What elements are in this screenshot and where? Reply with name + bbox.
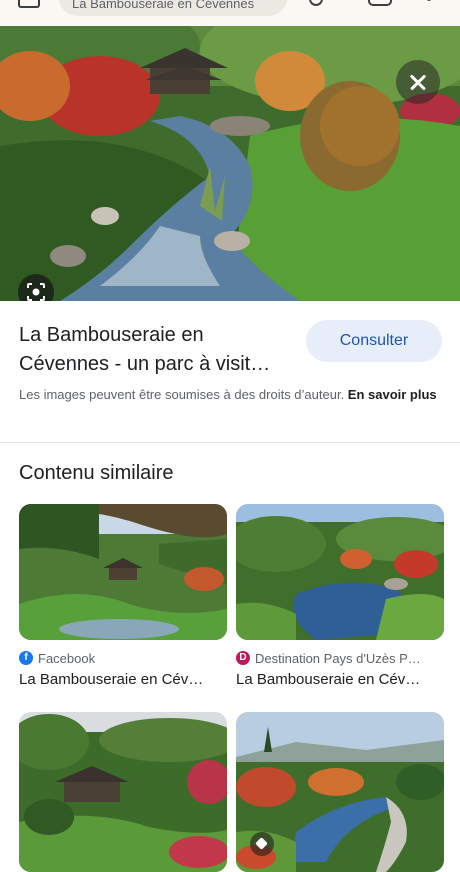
similar-thumbnail[interactable] [19, 712, 227, 872]
search-query: La Bambouseraie en Cévennes [72, 0, 255, 11]
menu-icon[interactable] [18, 0, 40, 8]
section-divider [0, 442, 460, 443]
lens-search-icon [27, 283, 45, 301]
card-title[interactable]: La Bambouseraie en Cév… [19, 671, 227, 688]
image-title[interactable]: La Bambouseraie en Cévennes - un parc à … [19, 321, 299, 379]
card-source[interactable]: D Destination Pays d'Uzès P… [236, 649, 444, 667]
card-source-label: Destination Pays d'Uzès P… [255, 650, 421, 666]
learn-more-link[interactable]: En savoir plus [348, 387, 437, 402]
search-field[interactable]: La Bambouseraie en Cévennes [58, 0, 288, 16]
card-source-label: Facebook [38, 650, 96, 666]
destination-logo-icon: D [236, 651, 250, 665]
similar-thumbnail[interactable] [19, 504, 227, 640]
copyright-text: Les images peuvent être soumises à des d… [19, 387, 348, 402]
similar-heading: Contenu similaire [19, 462, 174, 484]
consult-button[interactable]: Consulter [306, 320, 442, 362]
more-options-icon[interactable] [427, 0, 431, 1]
card-source[interactable]: f Facebook [19, 649, 227, 667]
similar-thumbnail[interactable] [236, 712, 444, 872]
card-title[interactable]: La Bambouseraie en Cév… [236, 671, 444, 688]
similar-card[interactable] [19, 712, 227, 872]
top-bar: La Bambouseraie en Cévennes [0, 0, 460, 26]
similar-card[interactable]: D Destination Pays d'Uzès P… La Bambouse… [236, 504, 444, 688]
tag-icon[interactable] [250, 832, 274, 856]
similar-thumbnail[interactable] [236, 504, 444, 640]
copyright-notice: Les images peuvent être soumises à des d… [19, 385, 439, 404]
lens-icon[interactable] [368, 0, 392, 6]
microphone-icon[interactable] [309, 0, 323, 6]
similar-card[interactable] [236, 712, 444, 872]
close-button[interactable] [396, 60, 440, 104]
image-info: La Bambouseraie en Cévennes - un parc à … [0, 301, 460, 441]
facebook-icon: f [19, 651, 33, 665]
similar-card[interactable]: f Facebook La Bambouseraie en Cév… [19, 504, 227, 688]
main-image[interactable] [0, 26, 460, 301]
